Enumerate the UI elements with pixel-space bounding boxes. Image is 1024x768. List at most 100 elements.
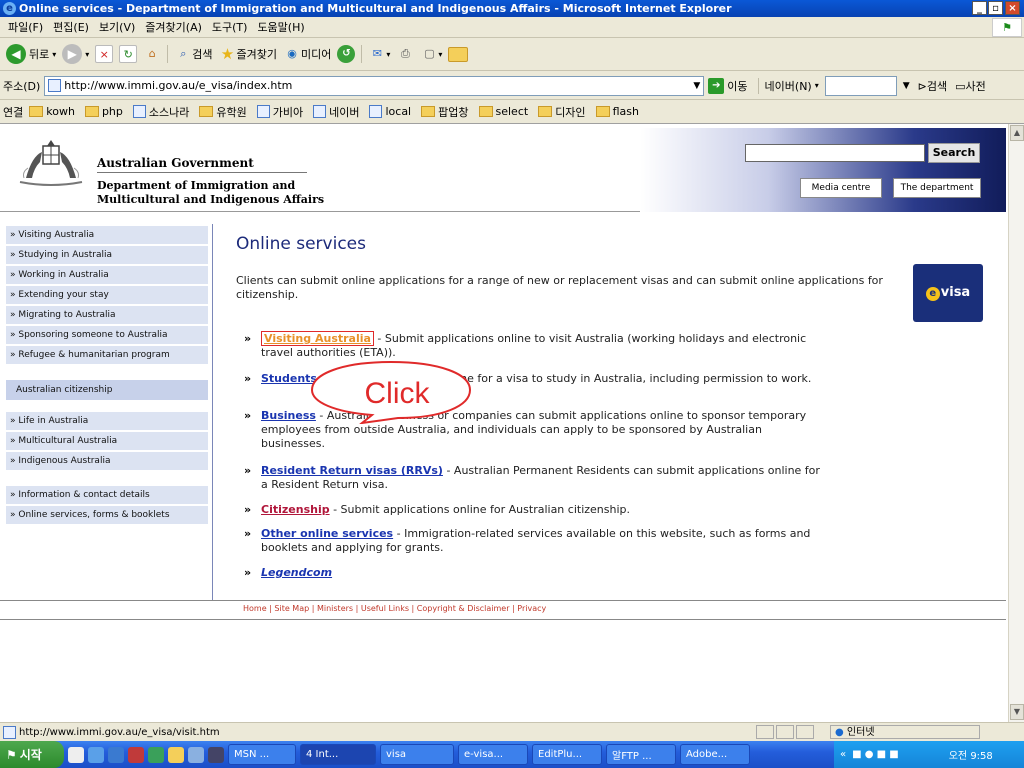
task-adobe[interactable]: Adobe...: [680, 744, 750, 765]
link-php[interactable]: php: [84, 105, 123, 118]
media-button[interactable]: ◉ 미디어: [283, 45, 331, 63]
chevron-down-icon[interactable]: ▼: [903, 81, 910, 91]
task-visa-folder[interactable]: visa: [380, 744, 454, 765]
page-title: Online services: [236, 234, 366, 254]
nav-information-contact[interactable]: » Information & contact details: [6, 486, 208, 505]
minimize-button[interactable]: _: [972, 1, 987, 15]
nav-life-in-australia[interactable]: » Life in Australia: [6, 412, 208, 431]
menu-help[interactable]: 도움말(H): [257, 19, 304, 35]
task-msn[interactable]: MSN ...: [228, 744, 296, 765]
citizenship-link[interactable]: Citizenship: [261, 503, 330, 516]
title-bar: e Online services - Department of Immigr…: [0, 0, 1024, 17]
folder-quicklaunch-icon[interactable]: [168, 746, 184, 763]
folder-button[interactable]: [448, 46, 469, 62]
status-bar: http://www.immi.gov.au/e_visa/visit.htm …: [0, 722, 1024, 741]
go-button[interactable]: ➔ 이동: [708, 77, 748, 94]
page-icon: [369, 105, 383, 118]
left-nav: » Visiting Australia » Studying in Austr…: [0, 224, 213, 600]
print-button[interactable]: ⎙: [396, 45, 414, 63]
nav-visiting-australia[interactable]: » Visiting Australia: [6, 226, 208, 245]
links-bar: 연결 kowh php 소스나라 유학원 가비아 네이버 local 팝업창 s…: [0, 100, 1024, 124]
students-link[interactable]: Students: [261, 372, 317, 385]
address-input[interactable]: http://www.immi.gov.au/e_visa/index.htm …: [44, 75, 705, 96]
scroll-down-icon[interactable]: ▼: [1010, 704, 1024, 720]
home-button[interactable]: ⌂: [143, 45, 161, 63]
site-search-button[interactable]: Search: [928, 143, 980, 163]
resident-return-link[interactable]: Resident Return visas (RRVs): [261, 464, 443, 477]
quicklaunch-icon[interactable]: [148, 746, 164, 763]
close-button[interactable]: ×: [1005, 1, 1020, 15]
link-flash[interactable]: flash: [595, 105, 639, 118]
nav-migrating[interactable]: » Migrating to Australia: [6, 306, 208, 325]
link-gabia[interactable]: 가비아: [256, 104, 303, 120]
ie-icon: e: [3, 2, 16, 15]
edit-icon: ▢: [424, 47, 435, 60]
folder-icon: [538, 106, 553, 117]
forward-button[interactable]: ▶ ▾: [62, 44, 89, 64]
naver-search-button[interactable]: ⊳검색: [918, 78, 947, 94]
edit-button[interactable]: ▢ ▾: [420, 45, 442, 63]
site-search-input[interactable]: [745, 144, 925, 162]
menu-view[interactable]: 보기(V): [99, 19, 135, 35]
link-select[interactable]: select: [478, 105, 528, 118]
menu-favorites[interactable]: 즐겨찾기(A): [145, 19, 202, 35]
favorites-button[interactable]: ★ 즐겨찾기: [219, 45, 277, 63]
link-naver[interactable]: 네이버: [313, 104, 359, 120]
quicklaunch-icon[interactable]: [128, 746, 144, 763]
task-e-visa[interactable]: e-visa...: [458, 744, 528, 765]
history-button[interactable]: ↺: [337, 45, 356, 63]
ie-quicklaunch-icon[interactable]: [108, 746, 124, 763]
task-editplus[interactable]: EditPlu...: [532, 744, 602, 765]
nav-working[interactable]: » Working in Australia: [6, 266, 208, 285]
legendcom-link[interactable]: Legendcom: [261, 566, 332, 579]
stop-button[interactable]: ×: [95, 45, 114, 63]
business-link[interactable]: Business: [261, 409, 316, 422]
refresh-button[interactable]: ↻: [119, 45, 138, 63]
link-design[interactable]: 디자인: [538, 104, 586, 120]
link-study-abroad[interactable]: 유학원: [199, 104, 247, 120]
media-centre-button[interactable]: Media centre: [800, 178, 882, 198]
nav-indigenous[interactable]: » Indigenous Australia: [6, 452, 208, 471]
nav-multicultural[interactable]: » Multicultural Australia: [6, 432, 208, 451]
link-sourcenara[interactable]: 소스나라: [132, 104, 189, 120]
dictionary-button[interactable]: ▭사전: [955, 78, 986, 94]
vertical-scrollbar[interactable]: ▲ ▼: [1008, 124, 1024, 722]
maximize-button[interactable]: ▫: [988, 1, 1003, 15]
menu-tools[interactable]: 도구(T): [212, 19, 248, 35]
nav-studying[interactable]: » Studying in Australia: [6, 246, 208, 265]
task-internet-explorer[interactable]: 4 Int...: [300, 744, 376, 765]
menu-edit[interactable]: 편집(E): [53, 19, 89, 35]
nav-online-services[interactable]: » Online services, forms & booklets: [6, 506, 208, 525]
windows-logo-icon: ⚑: [992, 18, 1022, 37]
start-button[interactable]: ⚑ 시작: [0, 741, 64, 768]
link-popup[interactable]: 팝업창: [421, 104, 469, 120]
task-alftp[interactable]: 알FTP ...: [606, 744, 676, 765]
footer-links[interactable]: Home | Site Map | Ministers | Useful Lin…: [243, 604, 546, 613]
quicklaunch-icon[interactable]: [208, 746, 224, 763]
naver-label[interactable]: 네이버(N): [757, 77, 812, 94]
quicklaunch-icon[interactable]: [88, 746, 104, 763]
nav-extending-stay[interactable]: » Extending your stay: [6, 286, 208, 305]
window-title: Online services - Department of Immigrat…: [19, 2, 732, 15]
arrow-icon: »: [244, 527, 252, 540]
link-local[interactable]: local: [369, 105, 411, 118]
tray-expand-icon[interactable]: «: [840, 749, 846, 760]
search-button[interactable]: ⌕ 검색: [167, 45, 213, 63]
other-online-services-link[interactable]: Other online services: [261, 527, 393, 540]
mail-button[interactable]: ✉ ▾: [361, 45, 390, 63]
quicklaunch-icon[interactable]: [188, 746, 204, 763]
scroll-up-icon[interactable]: ▲: [1010, 125, 1024, 141]
globe-icon: ●: [835, 727, 844, 738]
chevron-down-icon[interactable]: ▼: [693, 81, 700, 91]
nav-citizenship[interactable]: Australian citizenship: [6, 380, 208, 400]
back-button[interactable]: ◀ 뒤로 ▾: [6, 44, 56, 64]
nav-sponsoring[interactable]: » Sponsoring someone to Australia: [6, 326, 208, 345]
nav-refugee[interactable]: » Refugee & humanitarian program: [6, 346, 208, 365]
naver-search-input[interactable]: [824, 75, 897, 96]
menu-file[interactable]: 파일(F): [8, 19, 43, 35]
quicklaunch-icon[interactable]: [68, 746, 84, 763]
footer-divider: [0, 600, 1006, 601]
visiting-australia-link[interactable]: Visiting Australia: [261, 331, 374, 346]
link-kowh[interactable]: kowh: [29, 105, 75, 118]
the-department-button[interactable]: The department: [893, 178, 981, 198]
